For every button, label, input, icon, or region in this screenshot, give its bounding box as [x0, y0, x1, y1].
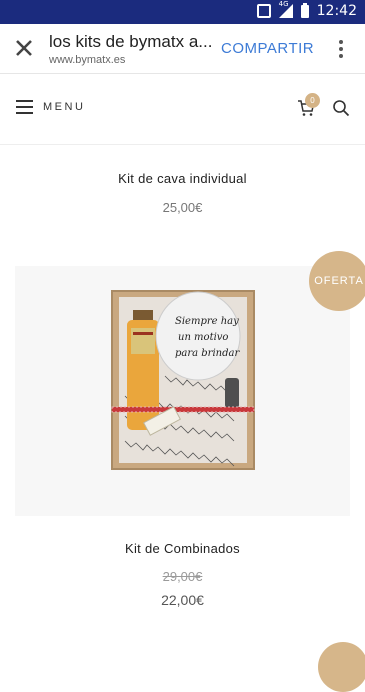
svg-text:Siempre hay: Siempre hay	[175, 316, 239, 327]
svg-text:un motivo: un motivo	[178, 332, 228, 343]
menu-button[interactable]: MENU	[43, 101, 85, 113]
page-url: www.bymatx.es	[49, 54, 126, 66]
cart-count-badge[interactable]: 0	[305, 93, 320, 108]
product-price: 22,00€	[161, 592, 204, 608]
site-header: MENU 0	[0, 75, 365, 145]
status-bar: 4G 12:42	[0, 0, 365, 24]
vibrate-icon	[256, 4, 271, 18]
share-button[interactable]: COMPARTIR	[221, 40, 314, 57]
product-name[interactable]: Kit de Combinados	[0, 541, 365, 556]
product-old-price: 29,00€	[162, 569, 203, 584]
product-price: 25,00€	[162, 200, 203, 215]
more-vert-icon[interactable]	[339, 40, 343, 58]
svg-text:para brindar: para brindar	[175, 348, 240, 359]
signal-icon: 4G	[278, 0, 293, 18]
status-icons: 4G 12:42	[256, 0, 357, 19]
close-icon[interactable]	[13, 37, 35, 59]
browser-toolbar: los kits de bymatx a... www.bymatx.es CO…	[0, 24, 365, 74]
product-image[interactable]: Siempre hay un motivo para brindar	[15, 266, 350, 516]
clock: 12:42	[316, 3, 357, 19]
hamburger-icon[interactable]	[16, 100, 33, 114]
battery-icon	[300, 2, 309, 18]
search-icon[interactable]	[332, 99, 350, 117]
product-name[interactable]: Kit de cava individual	[0, 171, 365, 186]
offer-badge: OFERTA	[309, 251, 365, 311]
page-title: los kits de bymatx a...	[49, 32, 213, 51]
title-block: los kits de bymatx a... www.bymatx.es	[49, 32, 214, 66]
gift-box-illustration: Siempre hay un motivo para brindar	[111, 290, 255, 470]
